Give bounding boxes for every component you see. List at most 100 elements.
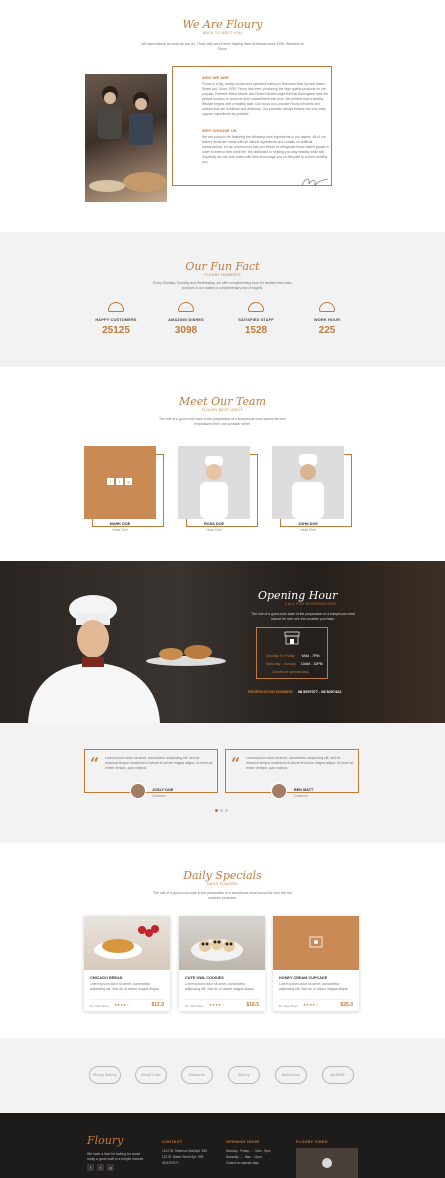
specials-title: Daily Specials (183, 869, 262, 882)
special-card[interactable]: CUTE OWL COOKIES Lorem ipsum dolor sit a… (179, 916, 265, 1011)
carousel-dot[interactable] (220, 809, 223, 812)
play-icon[interactable] (322, 1158, 332, 1168)
special-card[interactable]: HONEY CREAM CUPCAKE Lorem ipsum dolor si… (273, 916, 359, 1011)
why-heading: WHY CHOOSE US (202, 128, 237, 133)
dish-icon (178, 302, 194, 312)
video-thumbnail[interactable] (296, 1148, 358, 1178)
croissant-icon (108, 302, 124, 312)
brand-logo[interactable]: Floury Bakery (89, 1066, 121, 1084)
reservation-label: RESERVATION NUMBER: (248, 690, 294, 694)
member-photo (178, 446, 250, 519)
stat-work-hour: WORK HOUR 225 (297, 302, 357, 336)
special-author: By Jakie Bays (90, 1004, 109, 1008)
avatar (130, 783, 146, 799)
specials-section: Daily Specials DAILY FLAVORS The role of… (0, 843, 445, 1038)
hours-heading: OPENING HOUR (226, 1140, 260, 1144)
opening-subtitle: CALL FOR RESERVATIONS (285, 602, 337, 606)
team-intro: The role of a good cook ware in the prep… (158, 417, 287, 426)
testimonial-name: JOSLY DOE (152, 788, 174, 792)
special-desc: Lorem ipsum dolor sit amet, consectetur … (279, 982, 349, 991)
member-role: Head Chef (112, 528, 128, 532)
brand-logo[interactable]: Bakery (228, 1066, 260, 1084)
facebook-icon[interactable]: f (87, 1164, 94, 1171)
about-title: We Are Floury (182, 18, 263, 31)
contact-line: 1212 St. Sherman Mall Apt. 355 (162, 1149, 208, 1153)
brand-logo[interactable]: BAKERY (322, 1066, 354, 1084)
reservation: RESERVATION NUMBER: 08 5297077 - 08 5297… (248, 690, 341, 694)
team-section: Meet Our Team FLOURY BEST USELY The role… (0, 367, 445, 561)
google-icon[interactable]: g (125, 478, 132, 485)
opening-desc: The role of a good cook ware in the prep… (251, 612, 355, 621)
testimonial-card: “ Lorem ipsum dolor sit amet, consectetu… (84, 749, 218, 793)
team-subtitle: FLOURY BEST USELY (201, 408, 244, 412)
fun-subtitle: FLOURY NUMBERS (204, 273, 241, 277)
weekday-row: Monday To Friday 9AM - 7PM (266, 654, 319, 658)
about-intro: We have bakery as much as you do. That's… (141, 42, 304, 51)
stat-label: SATISFIED STAFF (238, 318, 274, 322)
testimonial-card: “ Lorem ipsum dolor sit amet, consectetu… (225, 749, 359, 793)
member-name: JOHN DOE (298, 522, 318, 526)
facebook-icon[interactable]: f (107, 478, 114, 485)
chicago-bread-image (84, 916, 170, 970)
special-desc: Lorem ipsum dolor sit amet, consectetur … (185, 982, 255, 991)
member-name: ROSA DOE (203, 522, 225, 526)
reservation-number[interactable]: 08 5297077 - 08 5297422 (298, 690, 342, 694)
team-member-john: JOHN DOE Head Chef (272, 446, 352, 532)
google-icon[interactable]: g (107, 1164, 114, 1171)
testimonial-text: Lorem ipsum dolor sit amet, consectetur … (246, 756, 354, 770)
member-photo (272, 446, 344, 519)
special-footer: By Jakie Bays ★★★★☆ $25.0 (279, 999, 353, 1009)
fun-intro: Every Monday, Tuesday and Wednesday, we … (153, 281, 292, 290)
special-author: By Jakie Bays (185, 1004, 204, 1008)
opening-title: Opening Hour (258, 589, 338, 602)
specials-intro: The role of a good cook ware in the prep… (152, 891, 293, 900)
twitter-icon[interactable]: t (116, 478, 123, 485)
weekend-label: Saturday - Sunday (266, 662, 296, 666)
weekend-row: Saturday - Sunday 10AM - 10PM (266, 662, 323, 666)
hours-line: Monday - Friday ..... 9am - 9pm (226, 1149, 271, 1153)
footer-logo[interactable]: Floury (87, 1134, 123, 1147)
special-price: $18.5 (246, 1002, 259, 1008)
brand-logo[interactable]: Bakehouse (275, 1066, 307, 1084)
rating-stars: ★★★★☆ (209, 1003, 225, 1007)
fun-fact-section: Our Fun Fact FLOURY NUMBERS Every Monday… (0, 232, 445, 367)
specials-subtitle: DAILY FLAVORS (207, 882, 238, 886)
rating-stars: ★★★★☆ (303, 1003, 319, 1007)
chef-illustration (28, 595, 226, 723)
bakers-photo (85, 74, 167, 202)
stat-label: WORK HOUR (313, 318, 341, 322)
brands-section: Floury Bakery Bread Cake Patisserie Bake… (0, 1038, 445, 1113)
special-name: CHICAGO BREAD (90, 976, 123, 980)
member-name: MARK DOE (109, 522, 131, 526)
contact-line[interactable]: 08 5297077 (162, 1161, 179, 1165)
carousel-dot-active[interactable] (215, 809, 218, 812)
stat-happy-customers: HAPPY CUSTOMERS 25125 (86, 302, 146, 336)
stat-label: HAPPY CUSTOMERS (95, 318, 137, 322)
testimonial-name: BEN MATT (294, 788, 314, 792)
special-footer: By Jakie Bays ★★★★☆ $18.5 (185, 999, 259, 1009)
special-days: Closed on special days (272, 670, 309, 674)
weekend-hours: 10AM - 10PM (300, 662, 323, 666)
special-name: HONEY CREAM CUPCAKE (279, 976, 328, 980)
opening-hour-section: Opening Hour CALL FOR RESERVATIONS The r… (0, 561, 445, 723)
why-text: We are proud to be featuring the followi… (202, 135, 329, 164)
who-text: Floury is a big, locally owned and opera… (202, 82, 328, 116)
stat-satisfied-staff: SATISFIED STAFF 1528 (226, 302, 286, 336)
twitter-icon[interactable]: t (97, 1164, 104, 1171)
special-author: By Jakie Bays (279, 1004, 298, 1008)
contact-heading: CONTACT (162, 1140, 183, 1144)
special-price: $12.0 (151, 1002, 164, 1008)
owl-cookies-image (179, 916, 265, 970)
weekday-label: Monday To Friday (266, 654, 295, 658)
weekday-hours: 9AM - 7PM (301, 654, 320, 658)
fun-title: Our Fun Fact (185, 260, 260, 273)
brand-logo[interactable]: Patisserie (181, 1066, 213, 1084)
special-card[interactable]: CHICAGO BREAD Lorem ipsum dolor sit amet… (84, 916, 170, 1011)
team-member-mark: f t g MARK DOE Head Chef (84, 446, 164, 532)
video-heading: FLOURY VIDEO (296, 1140, 328, 1144)
pie-icon (319, 302, 335, 312)
brand-logo[interactable]: Bread Cake (135, 1066, 167, 1084)
testimonials-section: “ Lorem ipsum dolor sit amet, consectetu… (0, 723, 445, 843)
stat-value: 1528 (244, 325, 268, 336)
carousel-dot[interactable] (225, 809, 228, 812)
